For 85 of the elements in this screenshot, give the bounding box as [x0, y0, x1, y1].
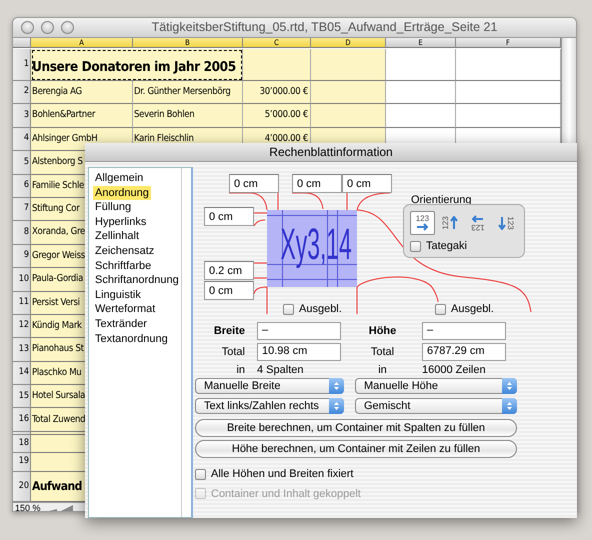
dropdown-arrows-icon	[506, 381, 513, 391]
corner-header	[13, 38, 31, 48]
row-header[interactable]: 18	[13, 434, 31, 454]
field-label: Total	[370, 346, 396, 358]
orientation-button[interactable]: 123	[410, 211, 435, 235]
dropdown[interactable]: Text links/Zahlen rechts	[195, 398, 344, 414]
action-button[interactable]: Höhe berechnen, um Container mit Zeilen zu füllen	[195, 440, 517, 458]
input-field[interactable]: 10.98 cm	[257, 343, 341, 361]
input-field[interactable]: 6787.29 cm	[422, 343, 506, 361]
dialog-title: Rechenblattinformation	[85, 143, 577, 162]
checkbox-label: Container und Inhalt gekoppelt	[211, 486, 361, 502]
checkbox[interactable]	[195, 468, 206, 480]
checkbox[interactable]	[410, 240, 421, 252]
window-title: TätigkeitsberStiftung_05.rtd, TB05_Aufwand_Erträge_Seite 21	[150, 19, 498, 36]
row-header[interactable]: 6	[13, 174, 31, 198]
margin-field[interactable]: 0 cm	[342, 174, 392, 193]
checkbox-label: Alle Höhen und Breiten fixiert	[211, 467, 354, 482]
row-header[interactable]: 7	[13, 198, 31, 222]
table-cell: 5’000.00 €	[243, 104, 311, 128]
table-cell: 30’000.00 €	[243, 81, 311, 104]
row-header[interactable]: 10	[13, 268, 31, 292]
checkbox-label: Ausgebl.	[299, 302, 342, 317]
arrow-icon	[498, 216, 506, 230]
count-text: 4 Spalten	[257, 364, 304, 376]
field-label: Höhe	[368, 324, 398, 338]
margin-field[interactable]: 0.2 cm	[204, 261, 254, 280]
table-cell: Dr. Günther Mersenbörg	[133, 81, 243, 104]
row-header[interactable]: 20	[13, 472, 31, 502]
table-cell: Unsere Donatoren im Jahr 2005	[31, 49, 243, 81]
row-header[interactable]: 12	[13, 314, 31, 338]
row-header[interactable]	[13, 432, 31, 435]
arrow-icon	[450, 216, 458, 230]
row-header[interactable]: 16	[13, 408, 31, 432]
margin-field[interactable]: 0 cm	[204, 281, 254, 300]
margin-field[interactable]: 0 cm	[204, 207, 254, 226]
row-header[interactable]: 3	[13, 104, 31, 128]
dropdown[interactable]: Manuelle Breite	[195, 378, 344, 394]
table-cell: Bohlen&Partner	[31, 104, 133, 128]
row-header[interactable]: 19	[13, 453, 31, 472]
arrow-icon	[416, 223, 428, 231]
field-label: Breite	[212, 324, 245, 338]
table-cell	[386, 81, 456, 104]
row-header[interactable]: 11	[13, 292, 31, 315]
margin-field[interactable]: 0 cm	[292, 174, 342, 193]
dropdown[interactable]: Gemischt	[355, 398, 517, 414]
arrow-icon	[472, 215, 484, 223]
row-header[interactable]: 4	[13, 128, 31, 152]
zoom-level[interactable]: 150 %	[15, 502, 41, 511]
count-text: 16000 Zeilen	[422, 364, 486, 376]
category-item[interactable]: Füllung	[93, 200, 134, 215]
action-button[interactable]: Breite berechnen, um Container mit Spalten zu füllen	[195, 419, 517, 437]
input-field[interactable]: –	[257, 322, 341, 340]
row-header[interactable]: 2	[13, 81, 31, 104]
checkbox-label: Ausgebl.	[451, 302, 494, 317]
row-header[interactable]: 14	[13, 362, 31, 386]
row-header[interactable]: 9	[13, 244, 31, 268]
group-label: Orientierung	[411, 193, 472, 208]
table-cell	[386, 49, 456, 81]
orientation-button[interactable]: 123	[466, 211, 490, 235]
row-header[interactable]: 13	[13, 338, 31, 362]
dropdown[interactable]: Manuelle Höhe	[355, 378, 517, 394]
table-cell	[243, 49, 311, 81]
field-label: Total	[220, 346, 245, 358]
table-cell: Berengia AG	[31, 81, 133, 104]
dropdown-arrows-icon	[333, 401, 340, 411]
row-header[interactable]: 15	[13, 385, 31, 408]
window-control-button[interactable]	[61, 21, 74, 34]
margin-field[interactable]: 0 cm	[229, 174, 279, 193]
dropdown-arrows-icon	[333, 381, 340, 391]
checkbox-label: Tategaki	[426, 239, 467, 254]
dropdown-arrows-icon	[506, 401, 513, 411]
field-label: in	[377, 364, 388, 376]
field-label: in	[235, 364, 245, 376]
checkbox[interactable]	[435, 304, 446, 315]
window-control-button[interactable]	[21, 21, 34, 34]
input-field[interactable]: –	[422, 322, 506, 340]
row-header[interactable]: 8	[13, 221, 31, 245]
orientation-button[interactable]: 123	[438, 211, 462, 235]
checkbox[interactable]	[283, 304, 294, 315]
row-header[interactable]: 5	[13, 151, 31, 175]
row-header[interactable]: 1	[13, 49, 31, 81]
orientation-button[interactable]: 123	[493, 211, 518, 235]
table-cell: Severin Bohlen	[133, 104, 243, 128]
category-item[interactable]: Anordnung	[93, 186, 151, 200]
window-control-button[interactable]	[41, 21, 54, 34]
